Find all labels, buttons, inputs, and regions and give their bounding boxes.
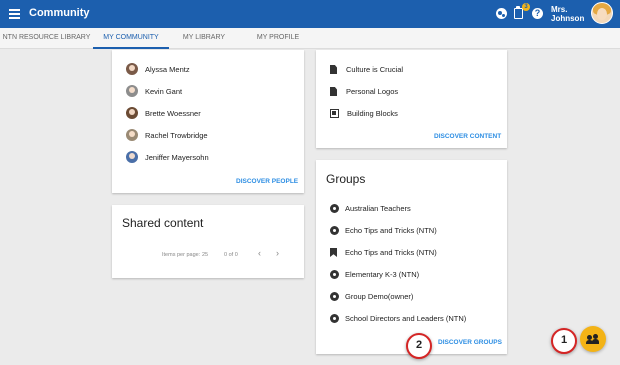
shared-content-card: Shared content Items per page: 25 0 of 0… <box>112 205 304 278</box>
group-label: School Directors and Leaders (NTN) <box>345 314 467 323</box>
person-name: Brette Woessner <box>145 108 201 118</box>
group-item[interactable]: School Directors and Leaders (NTN) <box>330 314 466 323</box>
menu-icon[interactable] <box>9 9 20 19</box>
person-item[interactable]: Rachel Trowbridge <box>126 129 208 141</box>
group-icon <box>330 314 339 323</box>
group-icon <box>330 204 339 213</box>
add-group-fab[interactable] <box>580 326 606 352</box>
person-name: Rachel Trowbridge <box>145 130 208 140</box>
tab-my-profile[interactable]: MY PROFILE <box>243 28 313 49</box>
tab-ntn-resource-library[interactable]: NTN RESOURCE LIBRARY <box>0 28 93 49</box>
group-icon <box>330 270 339 279</box>
tab-bar: NTN RESOURCE LIBRARY MY COMMUNITY MY LIB… <box>0 28 620 49</box>
content-item[interactable]: Personal Logos <box>330 87 398 96</box>
content-label: Building Blocks <box>347 109 398 118</box>
content-card: Culture is Crucial Personal Logos Buildi… <box>316 50 507 148</box>
group-label: Elementary K-3 (NTN) <box>345 270 420 279</box>
person-item[interactable]: Jeniffer Mayersohn <box>126 151 209 163</box>
person-name: Alyssa Mentz <box>145 64 190 74</box>
items-per-page-select[interactable]: 25 <box>202 252 208 258</box>
content-label: Personal Logos <box>346 87 399 96</box>
globe-icon[interactable] <box>496 8 507 19</box>
next-page-icon[interactable]: › <box>276 248 279 258</box>
avatar <box>126 107 138 119</box>
document-icon <box>330 65 337 74</box>
notification-badge: 3 <box>522 3 530 11</box>
avatar <box>126 151 138 163</box>
group-label: Echo Tips and Tricks (NTN) <box>345 248 437 257</box>
items-per-page-label: Items per page: <box>162 252 201 258</box>
group-label: Australian Teachers <box>345 204 411 213</box>
user-name-line2: Johnson <box>551 14 585 23</box>
user-name[interactable]: Mrs. Johnson <box>551 5 584 23</box>
bookmark-icon <box>330 248 337 257</box>
shared-content-title: Shared content <box>122 216 204 230</box>
page-title: Community <box>29 7 90 19</box>
content-item[interactable]: Building Blocks <box>330 109 398 118</box>
person-name: Kevin Gant <box>145 86 183 96</box>
library-icon <box>330 109 339 118</box>
help-icon[interactable]: ? <box>532 8 543 19</box>
person-item[interactable]: Kevin Gant <box>126 85 182 97</box>
person-item[interactable]: Brette Woessner <box>126 107 201 119</box>
content-label: Culture is Crucial <box>346 65 404 74</box>
people-card: Alyssa Mentz Kevin Gant Brette Woessner … <box>112 50 304 193</box>
tab-my-community[interactable]: MY COMMUNITY <box>93 28 169 49</box>
group-item[interactable]: Echo Tips and Tricks (NTN) <box>330 226 437 235</box>
content-item[interactable]: Culture is Crucial <box>330 65 403 74</box>
group-item[interactable]: Elementary K-3 (NTN) <box>330 270 419 279</box>
callout-1: 1 <box>551 328 577 354</box>
group-item[interactable]: Australian Teachers <box>330 204 411 213</box>
tab-my-library[interactable]: MY LIBRARY <box>170 28 238 49</box>
user-name-line1: Mrs. <box>551 5 568 14</box>
user-avatar[interactable] <box>591 2 613 24</box>
avatar <box>126 129 138 141</box>
person-name: Jeniffer Mayersohn <box>145 152 209 162</box>
group-icon <box>330 292 339 301</box>
person-item[interactable]: Alyssa Mentz <box>126 63 190 75</box>
app-bar: Community 3 ? Mrs. Johnson <box>0 0 620 28</box>
group-item[interactable]: Echo Tips and Tricks (NTN) <box>330 248 437 257</box>
clipboard-icon[interactable] <box>514 6 523 19</box>
groups-card: Groups Australian Teachers Echo Tips and… <box>316 160 507 354</box>
document-icon <box>330 87 337 96</box>
group-icon <box>330 226 339 235</box>
discover-groups-button[interactable]: DISCOVER GROUPS <box>438 339 502 346</box>
discover-content-button[interactable]: DISCOVER CONTENT <box>434 133 501 140</box>
group-label: Echo Tips and Tricks (NTN) <box>345 226 437 235</box>
group-label: Group Demo(owner) <box>345 292 414 301</box>
group-item[interactable]: Group Demo(owner) <box>330 292 413 301</box>
avatar <box>126 85 138 97</box>
prev-page-icon[interactable]: ‹ <box>258 248 261 258</box>
avatar <box>126 63 138 75</box>
groups-title: Groups <box>326 172 366 186</box>
discover-people-button[interactable]: DISCOVER PEOPLE <box>236 178 298 185</box>
callout-2: 2 <box>406 333 432 359</box>
page-range: 0 of 0 <box>224 252 238 258</box>
